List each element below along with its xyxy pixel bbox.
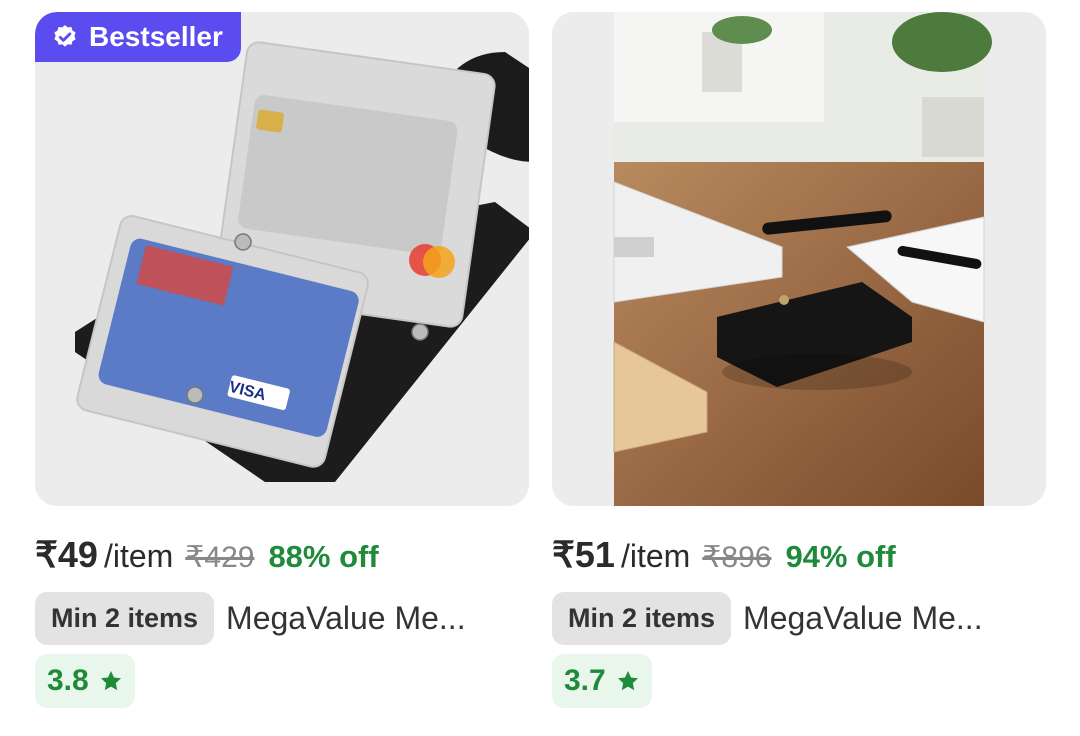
price-row: ₹51 /item ₹896 94% off (552, 534, 896, 576)
original-price: ₹429 (185, 541, 255, 574)
original-price: ₹896 (702, 541, 772, 574)
price: ₹49 (35, 534, 98, 575)
rating-value: 3.8 (47, 664, 89, 697)
verified-check-icon (54, 25, 76, 47)
rating-value: 3.7 (564, 664, 606, 697)
brand-name: MegaValue Me... (226, 600, 466, 636)
product-card[interactable]: VISA Bestseller ₹49 /item ₹429 88% off M… (35, 12, 529, 708)
bestseller-badge: Bestseller (35, 12, 241, 62)
rating-badge: 3.7 (552, 654, 652, 708)
price-row: ₹49 /item ₹429 88% off (35, 534, 379, 576)
product-image[interactable]: VISA Bestseller (35, 12, 529, 506)
price-unit: /item (620, 538, 691, 574)
rating-badge: 3.8 (35, 654, 135, 708)
brand-name: MegaValue Me... (743, 600, 983, 636)
desk-photo-image (552, 12, 1046, 506)
meta-row: Min 2 items MegaValue Me... (35, 592, 466, 645)
product-grid: VISA Bestseller ₹49 /item ₹429 88% off M… (0, 0, 1080, 736)
min-items-chip: Min 2 items (552, 592, 732, 645)
price-unit: /item (103, 538, 174, 574)
discount-label: 94% off (785, 539, 896, 574)
discount-label: 88% off (268, 539, 379, 574)
price: ₹51 (552, 534, 615, 575)
star-icon (100, 671, 121, 691)
card-holder-image: VISA (35, 12, 529, 506)
badge-label: Bestseller (89, 21, 223, 52)
min-items-chip: Min 2 items (35, 592, 215, 645)
product-card[interactable]: ₹51 /item ₹896 94% off Min 2 items MegaV… (552, 12, 1046, 708)
star-icon (617, 671, 638, 691)
meta-row: Min 2 items MegaValue Me... (552, 592, 983, 645)
product-image[interactable] (552, 12, 1046, 506)
